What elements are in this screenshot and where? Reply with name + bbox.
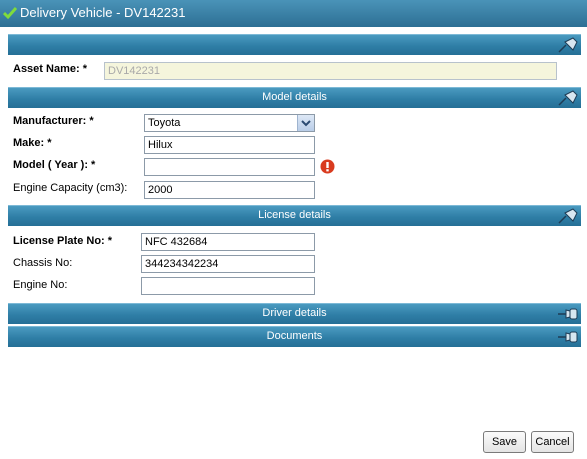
- make-field[interactable]: Hilux: [144, 136, 315, 154]
- pin-icon[interactable]: [557, 89, 579, 107]
- window-title: Delivery Vehicle - DV142231: [20, 5, 186, 20]
- chevron-down-icon[interactable]: [297, 115, 314, 131]
- model-year-field[interactable]: [144, 158, 315, 176]
- asset-name-label: Asset Name: *: [13, 63, 87, 75]
- general-section-header[interactable]: [8, 34, 581, 55]
- make-label: Make: *: [13, 137, 52, 149]
- driver-details-title: Driver details: [262, 307, 327, 319]
- chassis-no-field[interactable]: 344234342234: [141, 255, 315, 273]
- engine-capacity-label: Engine Capacity (cm3):: [13, 182, 128, 194]
- pin-icon[interactable]: [557, 328, 579, 346]
- manufacturer-value: Toyota: [148, 117, 181, 129]
- save-button[interactable]: Save: [483, 431, 526, 453]
- license-details-header[interactable]: License details: [8, 205, 581, 226]
- driver-details-header[interactable]: Driver details: [8, 303, 581, 324]
- license-details-title: License details: [258, 209, 331, 221]
- engine-no-field[interactable]: [141, 277, 315, 295]
- model-details-header[interactable]: Model details: [8, 87, 581, 108]
- asset-name-field[interactable]: DV142231: [104, 62, 557, 80]
- engine-no-label: Engine No:: [13, 279, 68, 291]
- license-plate-field[interactable]: NFC 432684: [141, 233, 315, 251]
- model-year-label: Model ( Year ): *: [13, 159, 96, 171]
- engine-capacity-field[interactable]: 2000: [144, 181, 315, 199]
- check-icon: [3, 7, 17, 20]
- pin-icon[interactable]: [557, 36, 579, 54]
- manufacturer-label: Manufacturer: *: [13, 115, 94, 127]
- manufacturer-select[interactable]: Toyota: [144, 114, 315, 132]
- license-plate-label: License Plate No: *: [13, 235, 113, 247]
- documents-header[interactable]: Documents: [8, 326, 581, 347]
- error-icon: [320, 159, 335, 174]
- window-title-bar: Delivery Vehicle - DV142231: [0, 0, 587, 27]
- cancel-button[interactable]: Cancel: [531, 431, 574, 453]
- model-details-title: Model details: [262, 91, 327, 103]
- documents-title: Documents: [266, 330, 323, 342]
- pin-icon[interactable]: [557, 305, 579, 323]
- chassis-no-label: Chassis No:: [13, 257, 73, 269]
- pin-icon[interactable]: [557, 207, 579, 225]
